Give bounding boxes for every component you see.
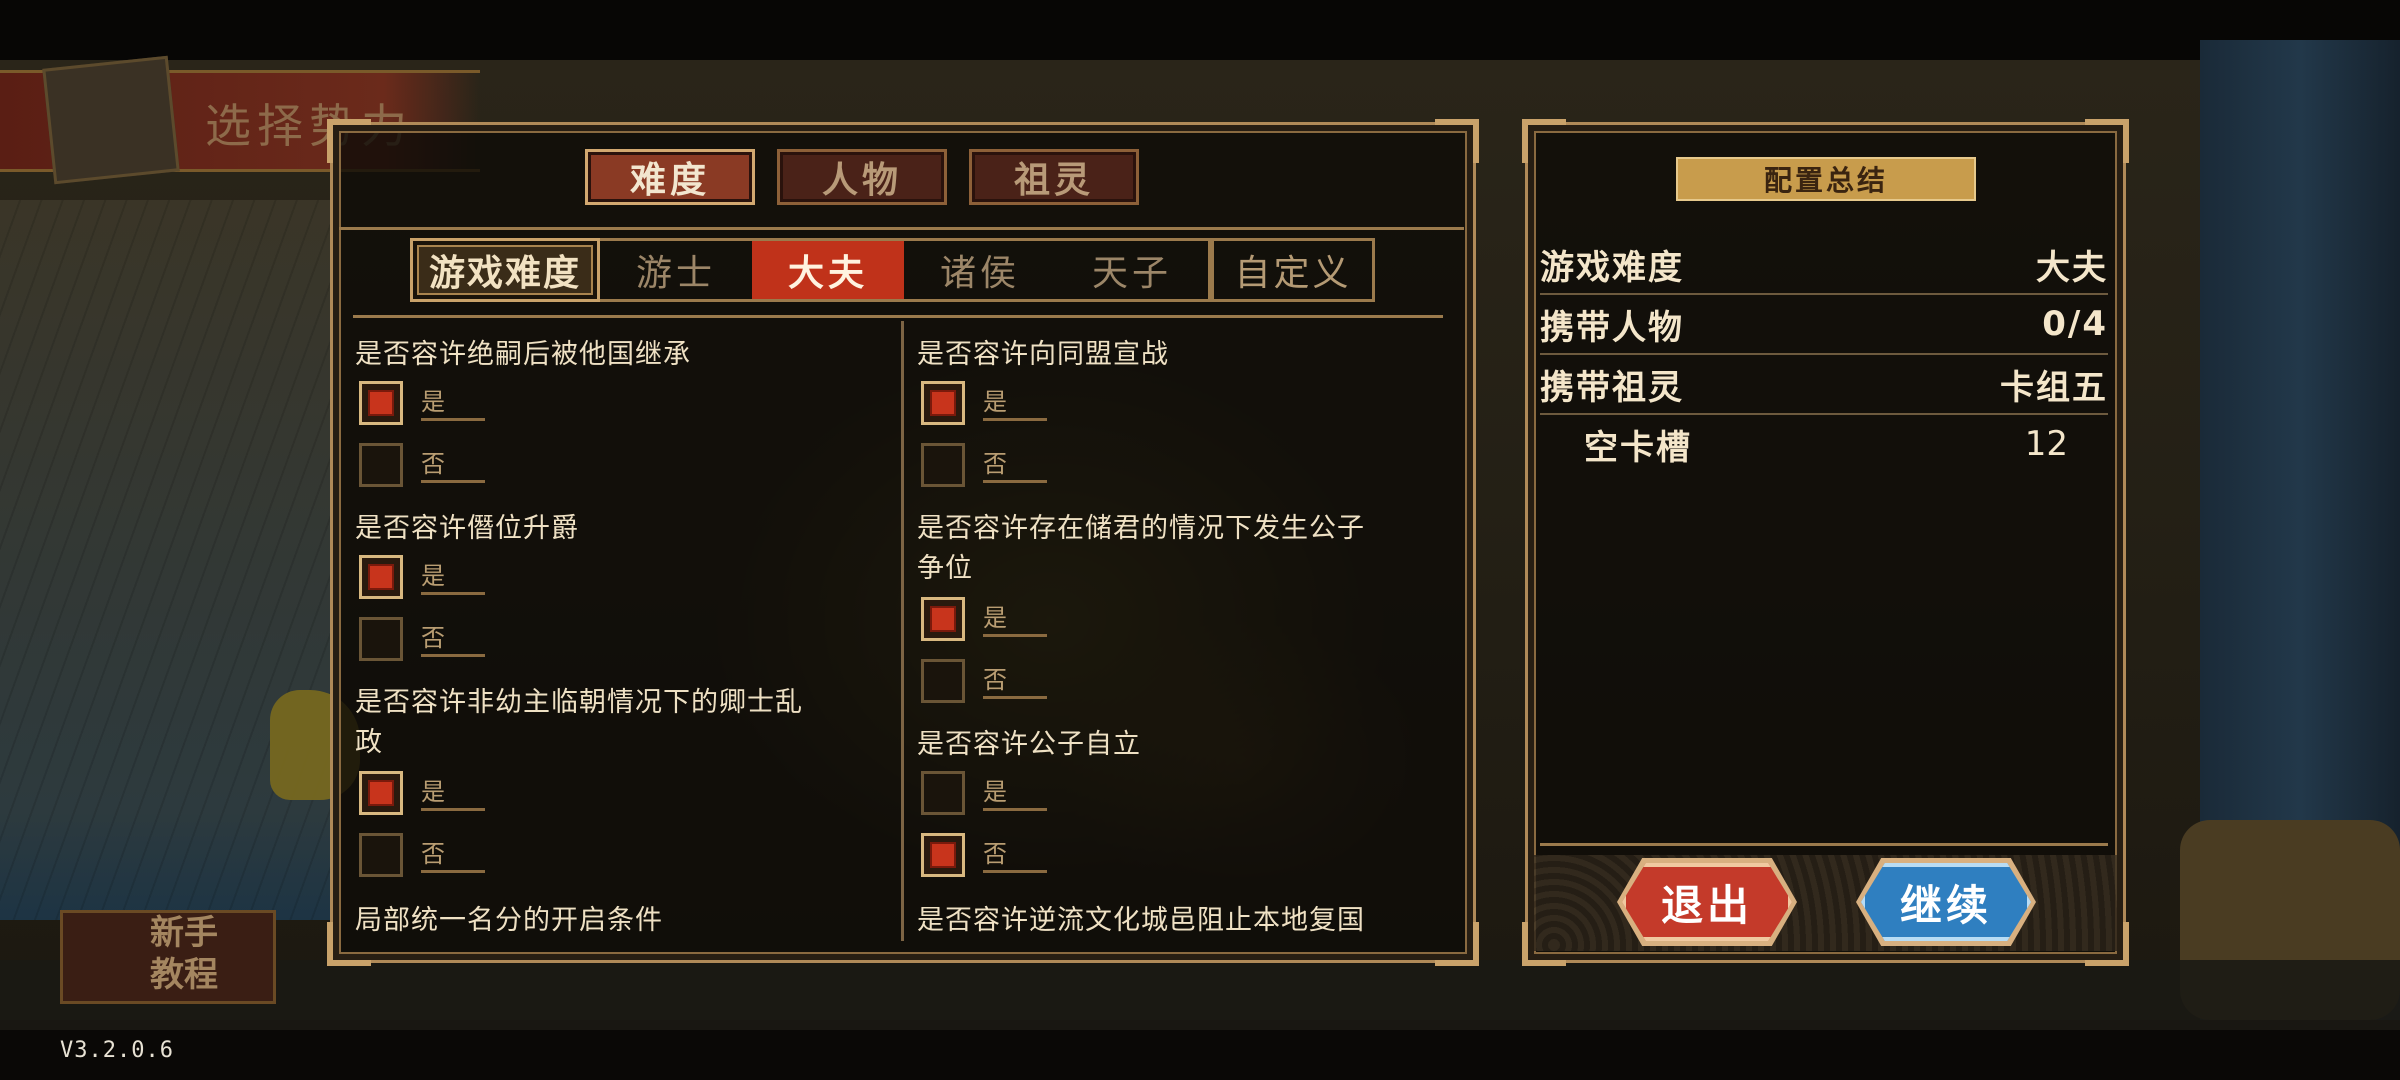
tab-ancestors[interactable]: 祖灵 (969, 149, 1139, 205)
frame-corner (1522, 119, 1566, 163)
tutorial-label-line1: 新手 (150, 913, 218, 953)
question-culture-restoration: 是否容许逆流文化城邑阻止本地复国 (917, 905, 1365, 936)
question-line: 争位 (917, 553, 973, 584)
frame-corner (1435, 922, 1479, 966)
option-row-yes[interactable]: 是 (359, 555, 485, 599)
option-label: 是 (421, 386, 485, 421)
summary-row-empty-slots: 空卡槽 12 (1540, 415, 2108, 473)
option-label: 否 (983, 838, 1047, 873)
summary-title: 配置总结 (1676, 157, 1976, 201)
checkbox[interactable] (921, 381, 965, 425)
top-bar (0, 0, 2400, 60)
exit-button[interactable]: 退出 (1622, 863, 1792, 941)
option-row-yes[interactable]: 是 (921, 771, 1047, 815)
scroll-icon (42, 55, 180, 185)
summary-label: 游戏难度 (1540, 247, 1684, 288)
option-label: 否 (421, 622, 485, 657)
option-label: 是 (983, 602, 1047, 637)
difficulty-label: 游戏难度 (410, 238, 600, 302)
checkbox[interactable] (921, 833, 965, 877)
option-row-no[interactable]: 否 (921, 833, 1047, 877)
checkbox[interactable] (359, 617, 403, 661)
bottom-strip (0, 960, 2400, 1030)
option-label: 否 (983, 448, 1047, 483)
option-label: 否 (421, 448, 485, 483)
difficulty-option-youshi[interactable]: 游士 (600, 241, 752, 299)
question-usurp-rank: 是否容许僭位升爵 (355, 513, 579, 544)
summary-row-difficulty: 游戏难度 大夫 (1540, 235, 2108, 295)
question-local-unification: 局部统一名分的开启条件 (355, 905, 663, 936)
checkbox[interactable] (921, 597, 965, 641)
checkbox[interactable] (359, 771, 403, 815)
section-divider (353, 315, 1443, 318)
checkbox[interactable] (359, 833, 403, 877)
frame-corner (327, 119, 371, 163)
top-tabs: 难度 人物 祖灵 (585, 149, 1139, 205)
settings-panel: 难度 人物 祖灵 游戏难度 游士 大夫 诸侯 天子 自定义 是否容许绝嗣后被他国… (327, 119, 1479, 966)
tab-divider (339, 227, 1464, 230)
question-minister-chaos: 是否容许非幼主临朝情况下的卿士乱 政 (355, 683, 803, 763)
checkbox[interactable] (359, 443, 403, 487)
bottom-bar (0, 1030, 2400, 1080)
option-row-no[interactable]: 否 (921, 659, 1047, 703)
summary-value: 12 (2024, 424, 2068, 464)
difficulty-selector: 游戏难度 游士 大夫 诸侯 天子 自定义 (410, 238, 1392, 302)
difficulty-option-zhuhou[interactable]: 诸侯 (904, 241, 1056, 299)
option-row-yes[interactable]: 是 (359, 381, 485, 425)
summary-divider (1540, 843, 2108, 846)
option-row-yes[interactable]: 是 (359, 771, 485, 815)
summary-label: 携带人物 (1540, 307, 1684, 348)
summary-value: 0/4 (2042, 304, 2108, 344)
option-label: 是 (421, 776, 485, 811)
question-prince-independence: 是否容许公子自立 (917, 729, 1141, 760)
question-line: 政 (355, 727, 383, 758)
option-label: 是 (421, 560, 485, 595)
option-row-yes[interactable]: 是 (921, 597, 1047, 641)
option-row-no[interactable]: 否 (359, 443, 485, 487)
option-label: 否 (983, 664, 1047, 699)
column-divider (901, 321, 904, 941)
option-row-no[interactable]: 否 (359, 617, 485, 661)
checkbox[interactable] (921, 659, 965, 703)
option-label: 否 (421, 838, 485, 873)
tab-difficulty[interactable]: 难度 (585, 149, 755, 205)
tutorial-label: 新手 教程 (150, 912, 218, 996)
option-row-no[interactable]: 否 (359, 833, 485, 877)
checkbox[interactable] (359, 555, 403, 599)
question-heir-inheritance: 是否容许绝嗣后被他国继承 (355, 339, 691, 370)
summary-row-characters: 携带人物 0/4 (1540, 295, 2108, 355)
frame-corner (2085, 119, 2129, 163)
summary-label: 空卡槽 (1584, 427, 1692, 468)
difficulty-option-dafu[interactable]: 大夫 (752, 241, 904, 299)
checkbox[interactable] (921, 771, 965, 815)
checkbox[interactable] (921, 443, 965, 487)
option-label: 是 (983, 776, 1047, 811)
option-label: 是 (983, 386, 1047, 421)
difficulty-options: 游士 大夫 诸侯 天子 (600, 238, 1211, 302)
summary-label: 携带祖灵 (1540, 367, 1684, 408)
continue-button[interactable]: 继续 (1861, 863, 2031, 941)
question-line: 是否容许非幼主临朝情况下的卿士乱 (355, 687, 803, 718)
question-line: 是否容许存在储君的情况下发生公子 (917, 513, 1365, 544)
summary-value: 大夫 (2036, 247, 2108, 288)
summary-panel: 配置总结 游戏难度 大夫 携带人物 0/4 携带祖灵 卡组五 空卡槽 12 退出… (1522, 119, 2129, 966)
question-succession-dispute: 是否容许存在储君的情况下发生公子 争位 (917, 509, 1365, 589)
map-left-terrain (0, 200, 330, 920)
difficulty-option-tianzi[interactable]: 天子 (1056, 241, 1208, 299)
option-row-yes[interactable]: 是 (921, 381, 1047, 425)
summary-value: 卡组五 (2000, 367, 2108, 408)
tab-characters[interactable]: 人物 (777, 149, 947, 205)
version-label: V3.2.0.6 (60, 1038, 174, 1063)
difficulty-option-custom[interactable]: 自定义 (1211, 238, 1375, 302)
checkbox[interactable] (359, 381, 403, 425)
tutorial-label-line2: 教程 (150, 955, 218, 995)
question-war-on-ally: 是否容许向同盟宣战 (917, 339, 1169, 370)
option-row-no[interactable]: 否 (921, 443, 1047, 487)
frame-corner (1435, 119, 1479, 163)
summary-row-ancestors: 携带祖灵 卡组五 (1540, 355, 2108, 415)
